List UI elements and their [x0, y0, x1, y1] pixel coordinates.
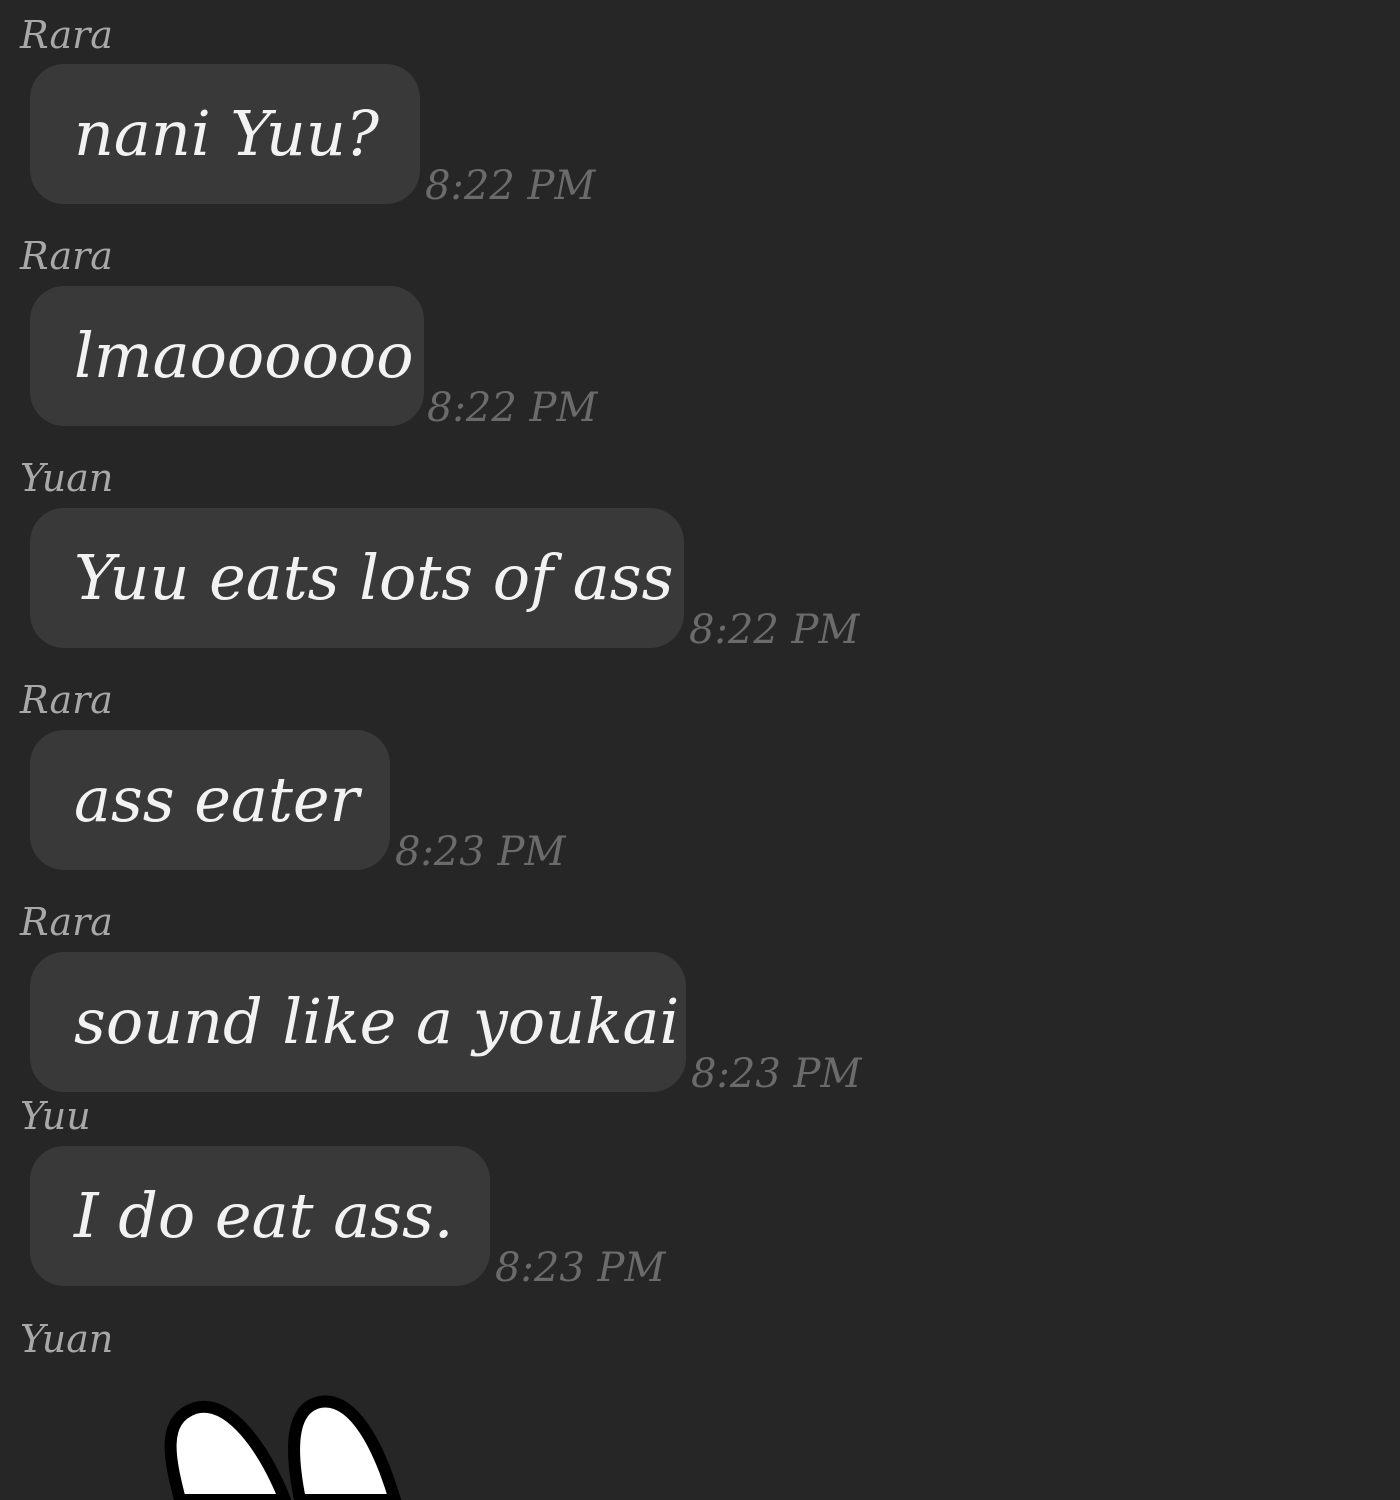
message-timestamp: 8:23 PM	[395, 829, 566, 875]
message-text: sound like a youkai	[74, 985, 680, 1058]
sender-name: Rara	[20, 678, 113, 722]
right-ear-shape	[288, 1395, 401, 1500]
message-timestamp: 8:22 PM	[425, 163, 596, 209]
message-bubble[interactable]: Yuu eats lots of ass	[30, 508, 684, 648]
message-text: lmaoooooo	[74, 319, 414, 392]
sender-name: Rara	[20, 900, 113, 944]
message-bubble[interactable]: I do eat ass.	[30, 1146, 490, 1286]
message-bubble[interactable]: ass eater	[30, 730, 390, 870]
sender-name: Rara	[20, 234, 113, 278]
sender-name: Rara	[20, 13, 113, 57]
message-text: Yuu eats lots of ass	[74, 541, 674, 614]
message-timestamp: 8:23 PM	[495, 1245, 666, 1291]
chat-thread[interactable]: Rara nani Yuu? 8:22 PM Rara lmaoooooo 8:…	[0, 0, 1400, 1500]
sender-name: Yuan	[20, 1317, 114, 1361]
message-timestamp: 8:22 PM	[689, 607, 860, 653]
message-bubble[interactable]: lmaoooooo	[30, 286, 424, 426]
message-bubble[interactable]: nani Yuu?	[30, 64, 420, 204]
left-ear-shape	[164, 1400, 291, 1500]
sender-name: Yuu	[20, 1094, 91, 1138]
sender-name: Yuan	[20, 456, 114, 500]
message-timestamp: 8:22 PM	[427, 385, 598, 431]
message-text: I do eat ass.	[74, 1179, 454, 1252]
message-text: nani Yuu?	[74, 97, 380, 170]
message-text: ass eater	[74, 763, 360, 836]
message-bubble[interactable]: sound like a youkai	[30, 952, 686, 1092]
bunny-ears-sticker[interactable]	[150, 1390, 430, 1500]
message-timestamp: 8:23 PM	[691, 1051, 862, 1097]
